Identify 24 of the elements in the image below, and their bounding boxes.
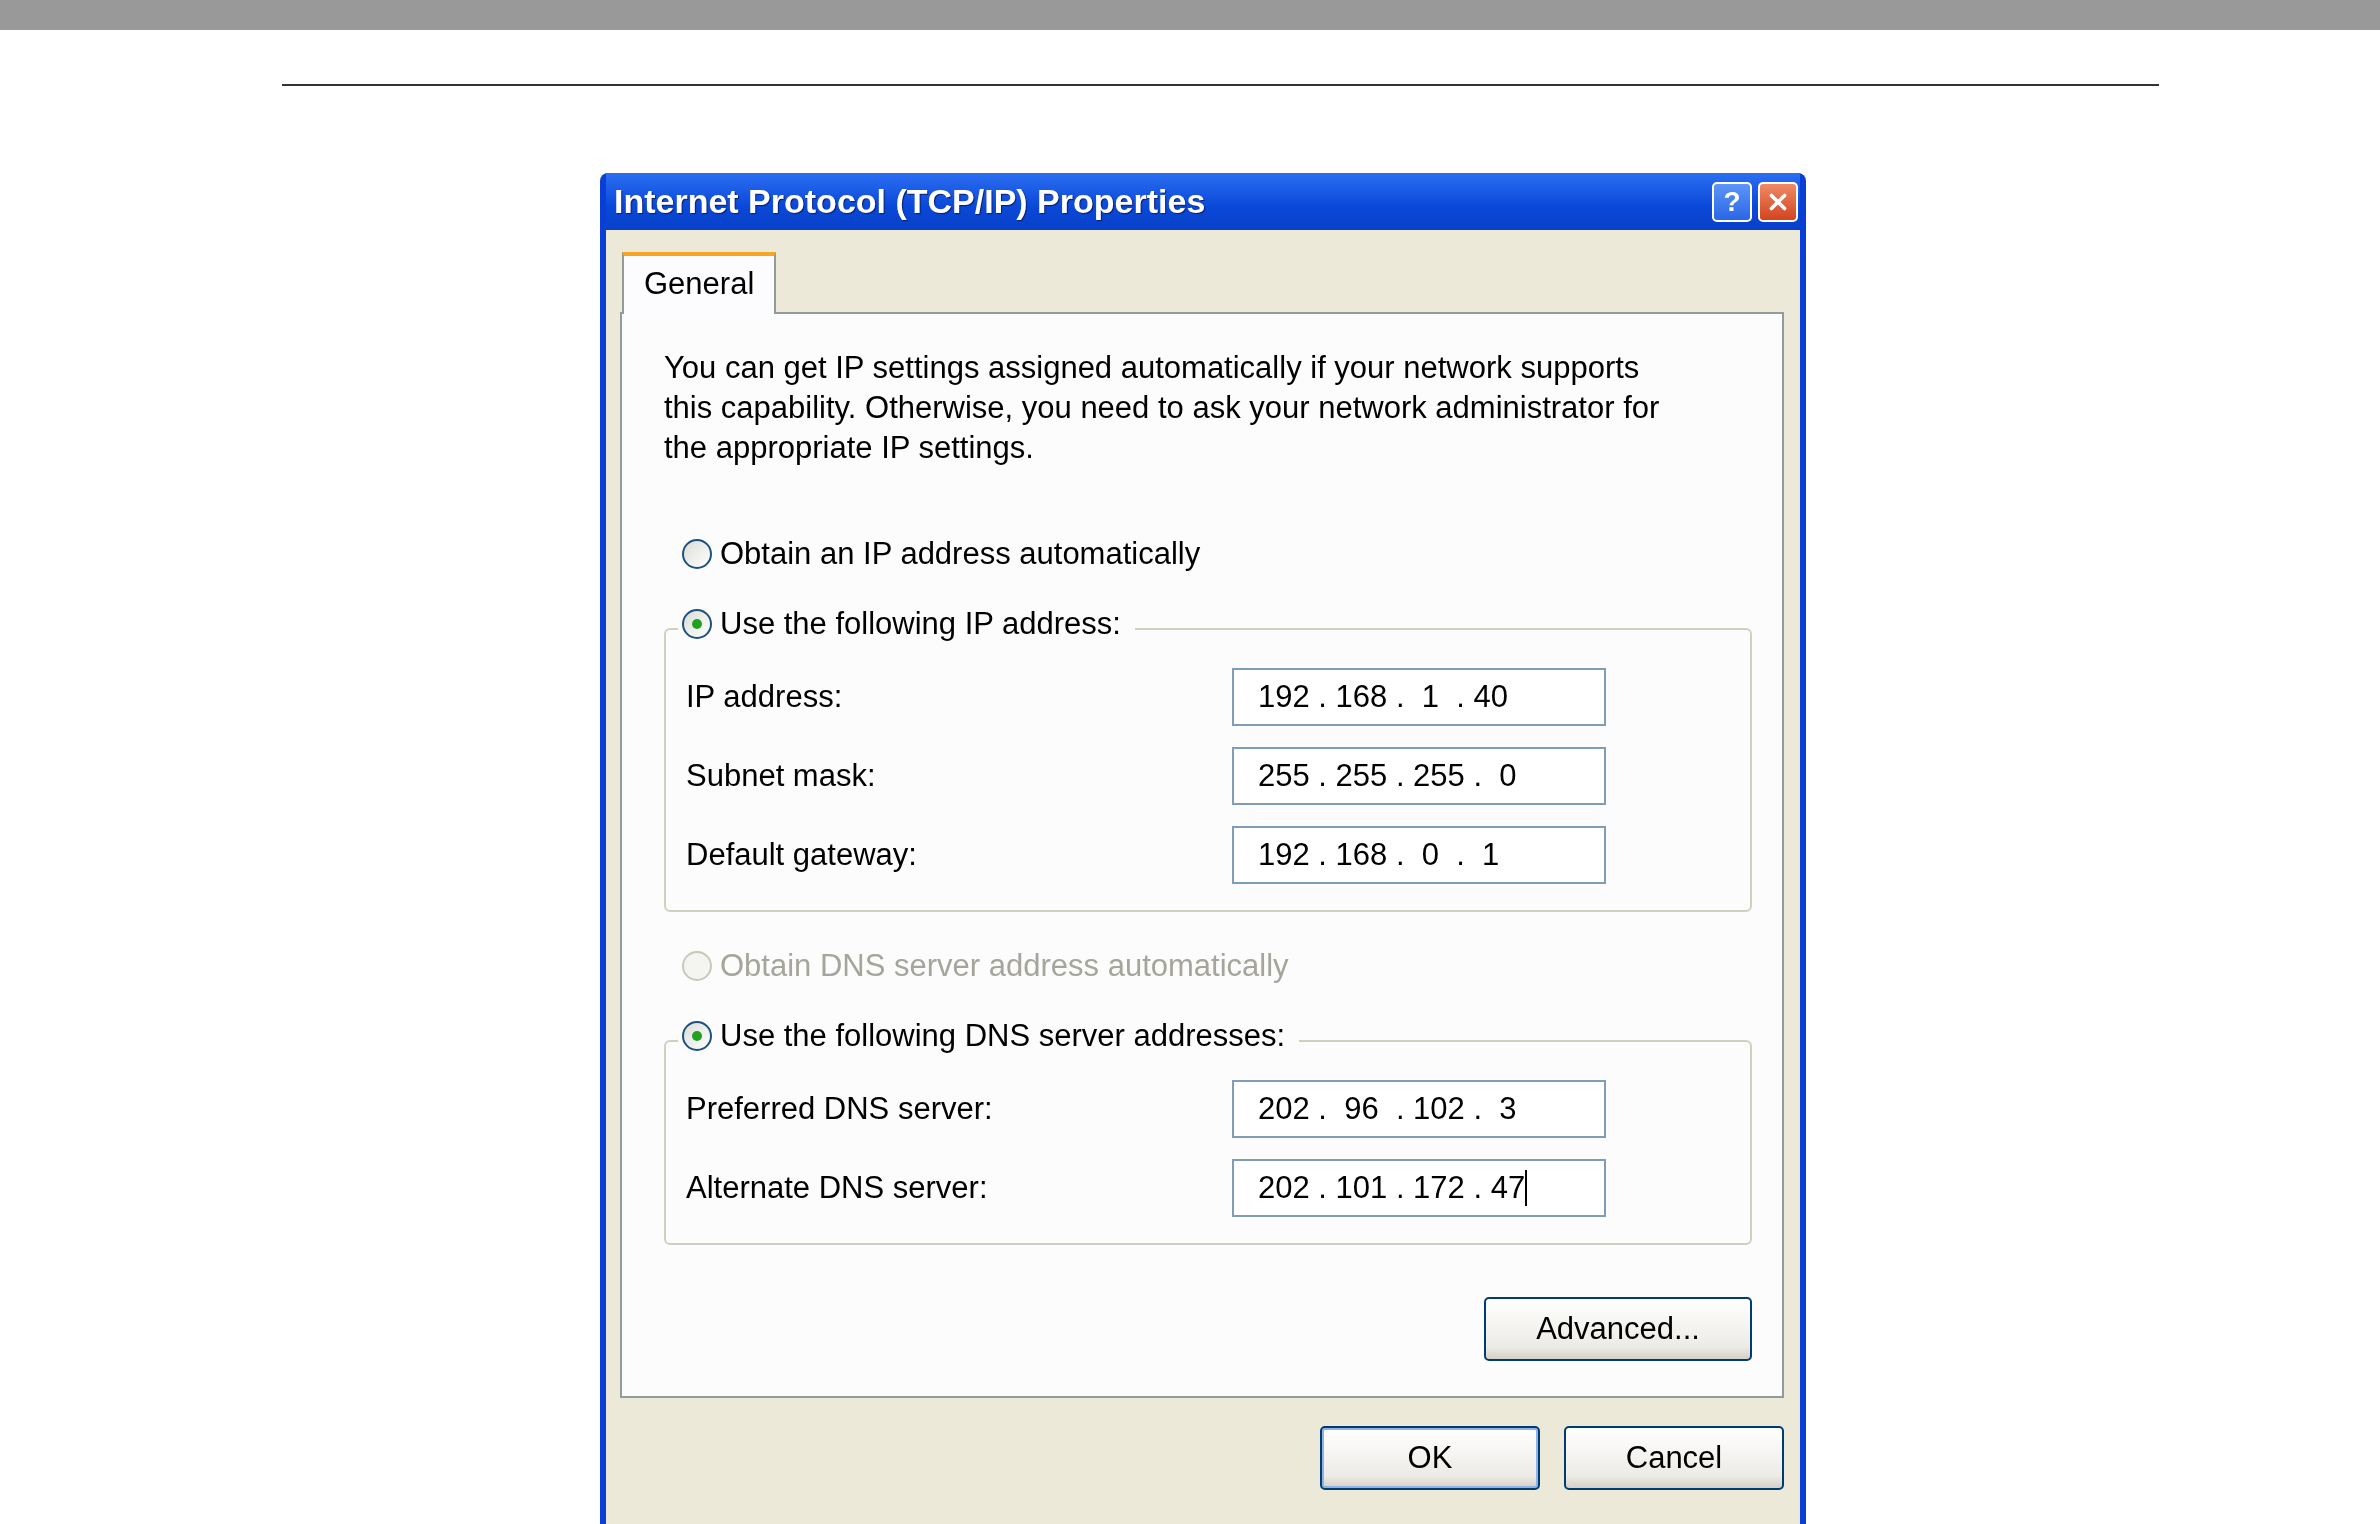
tab[interactable]: General (622, 252, 777, 314)
help-button[interactable]: ? (1712, 181, 1752, 222)
ip-address-field[interactable]: 202 . 96 . 102 . 3 (1232, 1080, 1606, 1138)
field-label: Subnet mask: (686, 758, 877, 794)
ip-address-field[interactable]: 255 . 255 . 255 . 0 (1232, 747, 1606, 805)
dialog-button[interactable]: OK (1320, 1426, 1540, 1490)
ip-address-field[interactable]: 192 . 168 . 0 . 1 (1232, 826, 1606, 884)
window-title: Internet Protocol (TCP/IP) Properties (614, 182, 1207, 221)
advanced-button[interactable]: Advanced... (1484, 1297, 1752, 1361)
field-label: Preferred DNS server: (686, 1091, 994, 1127)
radio-button[interactable] (682, 1021, 712, 1051)
radio-label[interactable]: Use the following IP address: (720, 606, 1121, 642)
field-label: Default gateway: (686, 837, 918, 873)
radio-label[interactable]: Obtain an IP address automatically (720, 536, 1201, 572)
radio-button[interactable] (682, 609, 712, 639)
radio-label[interactable]: Use the following DNS server addresses: (720, 1018, 1286, 1054)
close-button[interactable] (1758, 181, 1798, 222)
field-label: IP address: (686, 679, 844, 715)
intro-text: You can get IP settings assigned automatically if your network supports this capability. Otherwise, you need to ask your network administrator for the appropriate IP settings. (664, 349, 1661, 467)
ip-address-field[interactable]: 192 . 168 . 1 . 40 (1232, 668, 1606, 726)
ip-address-field[interactable]: 202 . 101 . 172 . 47 (1232, 1159, 1606, 1217)
field-label: Alternate DNS server: (686, 1170, 989, 1206)
radio-button[interactable] (682, 539, 712, 569)
dialog-button[interactable]: Cancel (1564, 1426, 1784, 1490)
